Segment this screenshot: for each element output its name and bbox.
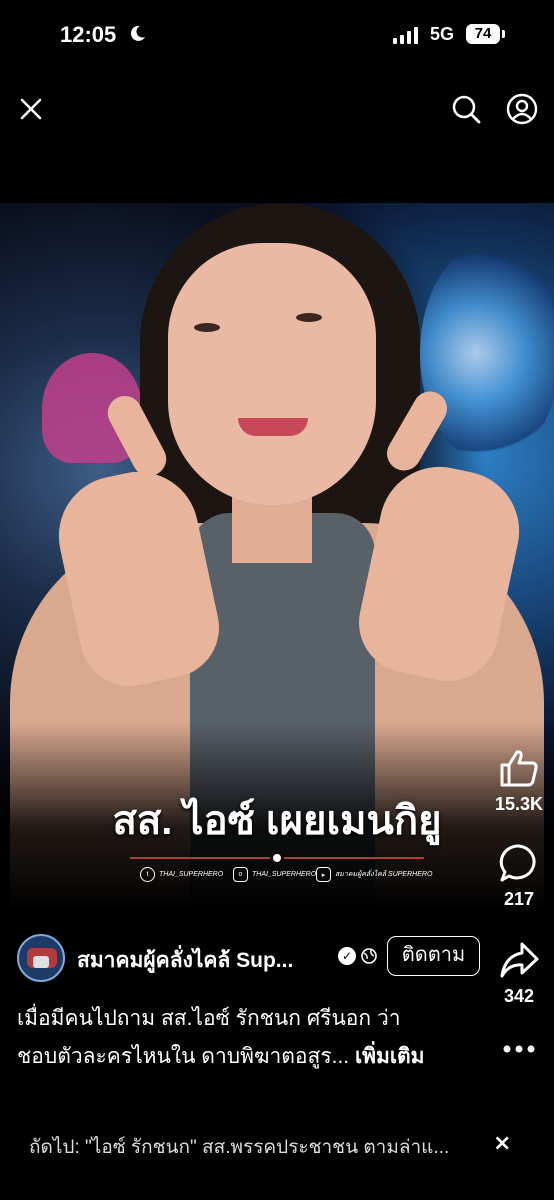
close-button[interactable] xyxy=(11,89,51,129)
like-button[interactable]: 15.3K xyxy=(494,748,544,815)
video-title-overlay: สส. ไอซ์ เผยเมนกิยู xyxy=(112,799,442,843)
more-icon xyxy=(503,1045,535,1053)
comment-count: 217 xyxy=(503,889,535,909)
page-name[interactable]: สมาคมผู้คลั่งไคล้ Sup... xyxy=(77,944,293,977)
share-button[interactable]: 342 xyxy=(494,940,544,1007)
person-eye-left xyxy=(194,323,220,332)
next-up-bar[interactable]: ถัดไป: "ไอซ์ รักชนก" สส.พรรคประชาชน ตามล… xyxy=(29,1132,479,1162)
description-line-1: เมื่อมีคนไปถาม สส.ไอซ์ รักชนก ศรีนอก ว่า xyxy=(17,1007,401,1030)
share-icon xyxy=(500,942,539,978)
search-icon xyxy=(452,95,481,124)
like-count: 15.3K xyxy=(494,794,544,814)
social-twitter: t THAI_SUPERHERO xyxy=(140,867,223,882)
battery-level: 74 xyxy=(466,24,500,44)
verified-icon: ✓ xyxy=(338,947,356,965)
close-icon xyxy=(20,98,42,120)
share-count: 342 xyxy=(503,986,535,1006)
divider-right xyxy=(284,857,424,859)
network-label: 5G xyxy=(430,24,455,44)
post-description[interactable]: เมื่อมีคนไปถาม สส.ไอซ์ รักชนก ศรีนอก ว่า… xyxy=(17,1000,477,1076)
description-line-2: ชอบตัวละครไหนใน ดาบพิฆาตอสูร... เพิ่มเติ… xyxy=(17,1045,425,1068)
social-instagram: o THAI_SUPERHERO xyxy=(233,867,316,882)
globe-icon xyxy=(361,948,377,964)
status-time: 12:05 xyxy=(60,22,117,47)
person-face xyxy=(168,243,376,505)
divider-dot xyxy=(273,854,281,862)
person-mouth xyxy=(238,418,308,436)
twitter-icon: t xyxy=(140,867,155,882)
profile-button[interactable] xyxy=(502,89,542,129)
see-more-link[interactable]: เพิ่มเติม xyxy=(355,1045,425,1068)
person-eye-right xyxy=(296,313,322,322)
signal-icon xyxy=(393,26,418,44)
page-avatar[interactable] xyxy=(17,934,65,982)
comment-button[interactable]: 217 xyxy=(494,843,544,910)
follow-button[interactable]: ติดตาม xyxy=(387,936,480,976)
background-wave xyxy=(420,243,554,463)
more-options-button[interactable] xyxy=(494,1040,544,1059)
like-icon xyxy=(500,750,538,787)
video-player[interactable]: สส. ไอซ์ เผยเมนกิยู t THAI_SUPERHERO o T… xyxy=(0,203,554,908)
search-button[interactable] xyxy=(446,89,486,129)
moon-icon xyxy=(130,25,145,41)
social-youtube: ▸ สมาคมผู้คลั่งไคล้ SUPERHERO xyxy=(316,867,432,882)
profile-icon xyxy=(506,93,538,125)
next-up-close-button[interactable]: × xyxy=(493,1131,511,1156)
divider-left xyxy=(130,857,270,859)
battery-tip xyxy=(502,30,505,38)
comment-icon xyxy=(499,844,536,882)
instagram-icon: o xyxy=(233,867,248,882)
youtube-icon: ▸ xyxy=(316,867,331,882)
